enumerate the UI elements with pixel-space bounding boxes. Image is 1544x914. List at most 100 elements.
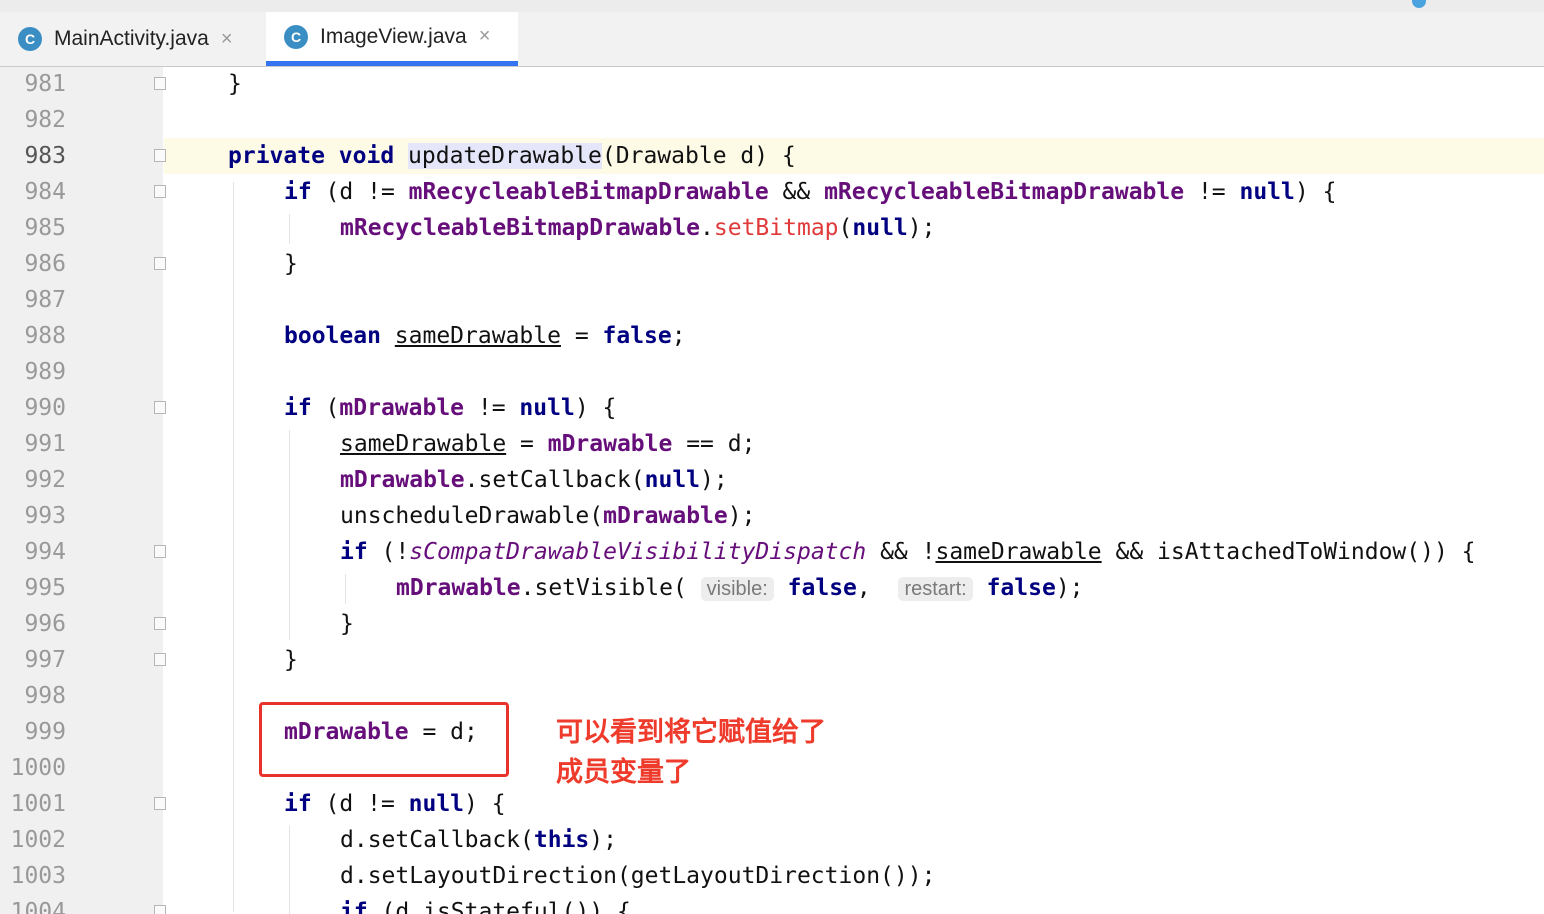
code-line: 986 }: [0, 246, 1544, 282]
code-line: 997 }: [0, 642, 1544, 678]
fold-toggle-icon[interactable]: [154, 401, 166, 414]
keyword: if: [340, 899, 368, 914]
keyword: null: [852, 215, 908, 241]
code-text: ) {: [464, 791, 506, 817]
fold-toggle-icon[interactable]: [154, 797, 166, 810]
tab-mainactivity[interactable]: C MainActivity.java ×: [0, 12, 262, 66]
keyword: void: [338, 143, 395, 169]
line-number: 988: [24, 323, 66, 349]
field: mDrawable: [339, 395, 465, 421]
fold-end-icon[interactable]: [154, 653, 166, 666]
tab-label: ImageView.java: [320, 24, 467, 48]
tab-label: MainActivity.java: [54, 27, 209, 50]
code-text: && !: [866, 539, 936, 565]
line-number: 981: [24, 71, 66, 97]
brace: }: [284, 251, 298, 277]
editor-tab-bar: C MainActivity.java × C ImageView.java ×: [0, 12, 1544, 67]
code-text: &&: [768, 179, 825, 205]
highlight-box: [259, 702, 509, 777]
code-line: 996 }: [0, 606, 1544, 642]
code-text: =: [560, 323, 603, 349]
toolbar-icon[interactable]: [1412, 0, 1426, 8]
code-text: .setCallback(: [464, 467, 645, 493]
line-number: 986: [24, 251, 66, 277]
parameter-hint: restart:: [898, 577, 973, 601]
line-number: 987: [24, 287, 66, 313]
code-line: 992 mDrawable.setCallback(null);: [0, 462, 1544, 498]
code-text: !=: [464, 395, 520, 421]
keyword: if: [340, 539, 368, 565]
line-number: 990: [24, 395, 66, 421]
fold-toggle-icon[interactable]: [154, 149, 166, 162]
annotation-text-line1: 可以看到将它赋值给了: [556, 717, 826, 748]
method-call: setBitmap: [713, 215, 839, 241]
fold-toggle-icon[interactable]: [154, 905, 166, 914]
code-text: unscheduleDrawable(: [340, 503, 604, 529]
fold-end-icon[interactable]: [154, 257, 166, 270]
class-icon: C: [18, 27, 42, 51]
class-icon: C: [284, 24, 308, 49]
line-number: 1001: [10, 791, 66, 817]
code-text: ) {: [1294, 179, 1337, 205]
keyword: null: [644, 467, 701, 493]
field: mDrawable: [547, 431, 673, 457]
tab-imageview[interactable]: C ImageView.java ×: [266, 12, 518, 66]
fold-toggle-icon[interactable]: [154, 545, 166, 558]
field: mRecycleableBitmapDrawable: [340, 215, 701, 241]
fold-toggle-icon[interactable]: [154, 185, 166, 198]
code-line: 993 unscheduleDrawable(mDrawable);: [0, 498, 1544, 534]
code-text: && isAttachedToWindow()) {: [1101, 539, 1476, 565]
line-number: 982: [24, 107, 66, 133]
code-text: );: [727, 503, 756, 529]
line-number: 989: [24, 359, 66, 385]
keyword: this: [533, 827, 590, 853]
code-line: 1000: [0, 750, 1544, 786]
field: mRecycleableBitmapDrawable: [824, 179, 1185, 205]
method-name[interactable]: updateDrawable: [408, 143, 602, 169]
field: mRecycleableBitmapDrawable: [408, 179, 769, 205]
close-icon[interactable]: ×: [221, 28, 233, 51]
code-line: 1004 if (d.isStateful()) {: [0, 894, 1544, 914]
code-text: =: [506, 431, 548, 457]
close-icon[interactable]: ×: [479, 25, 491, 48]
line-number: 985: [24, 215, 66, 241]
code-text: (d !=: [311, 791, 409, 817]
line-number: 998: [24, 683, 66, 709]
code-text: ) {: [574, 395, 617, 421]
code-text: (!: [367, 539, 410, 565]
keyword: false: [787, 575, 857, 601]
fold-end-icon[interactable]: [154, 77, 166, 90]
line-number: 996: [24, 611, 66, 637]
code-line: 1003 d.setLayoutDirection(getLayoutDirec…: [0, 858, 1544, 894]
code-line-current: 983 private void updateDrawable(Drawable…: [0, 138, 1544, 174]
code-line: 1001 if (d != null) {: [0, 786, 1544, 822]
code-text: .setVisible(: [520, 575, 687, 601]
line-number: 992: [24, 467, 66, 493]
line-number: 991: [24, 431, 66, 457]
code-text: !=: [1184, 179, 1240, 205]
brace: }: [284, 647, 298, 673]
code-line: 994 if (!sCompatDrawableVisibilityDispat…: [0, 534, 1544, 570]
code-text: (: [838, 215, 853, 241]
code-text: d.setLayoutDirection(getLayoutDirection(…: [340, 863, 936, 889]
code-line: 985 mRecycleableBitmapDrawable.setBitmap…: [0, 210, 1544, 246]
variable: sameDrawable: [394, 323, 561, 349]
field: mDrawable: [603, 503, 728, 529]
line-number: 995: [24, 575, 66, 601]
line-number: 983: [24, 143, 66, 169]
line-number: 997: [24, 647, 66, 673]
code-text: ;: [671, 323, 686, 349]
keyword: false: [602, 323, 672, 349]
code-line: 982: [0, 102, 1544, 138]
line-number: 1003: [10, 863, 66, 889]
code-line: 995 mDrawable.setVisible( visible: false…: [0, 570, 1544, 606]
brace: }: [340, 611, 354, 637]
line-number: 1000: [10, 755, 66, 781]
fold-end-icon[interactable]: [154, 617, 166, 630]
code-text: );: [700, 467, 728, 493]
code-text: ,: [856, 575, 871, 601]
code-text: );: [907, 215, 936, 241]
code-line-content: [164, 66, 1544, 102]
